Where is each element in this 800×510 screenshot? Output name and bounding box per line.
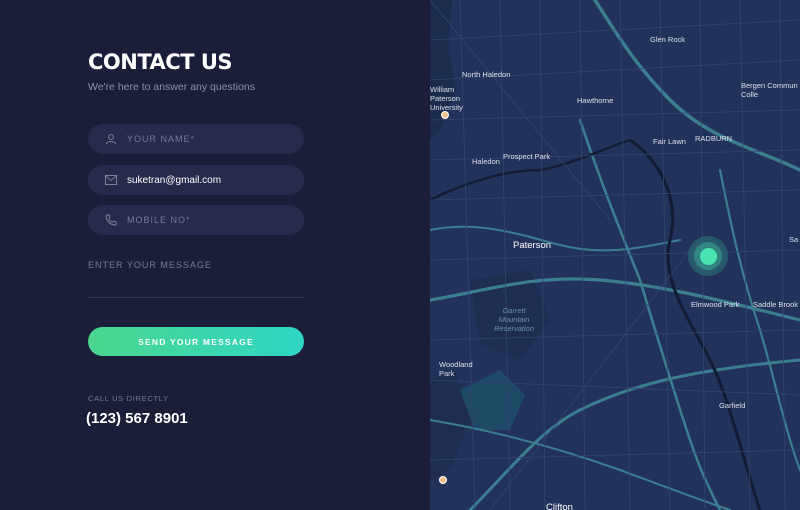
map-label-glen-rock: Glen Rock — [650, 35, 686, 44]
page-subtitle: We're here to answer any questions — [88, 81, 255, 93]
phone-number[interactable]: (123) 567 8901 — [86, 410, 188, 427]
send-message-button[interactable]: SEND YOUR MESSAGE — [88, 327, 304, 356]
message-underline — [88, 297, 304, 298]
map-label-garrett-mountain: Garrett Mountain Reservation — [494, 306, 535, 333]
phone-icon — [104, 213, 118, 227]
location-marker[interactable] — [688, 236, 728, 276]
map-label-william-paterson: William Paterson University — [430, 85, 463, 112]
map-label-clifton: Clifton — [546, 502, 573, 510]
contact-panel: CONTACT US We're here to answer any ques… — [0, 0, 430, 510]
map-label-woodland-park: Woodland Park — [439, 360, 473, 378]
map-label-paterson: Paterson — [513, 240, 552, 251]
map-label-saddle-brook: Saddle Brook — [753, 300, 799, 309]
map-label-elmwood-park: Elmwood Park — [691, 300, 740, 309]
map-view[interactable]: Glen Rock North Haledon William Paterson… — [430, 0, 800, 510]
email-value: suketran@gmail.com — [127, 174, 222, 186]
contact-page: CONTACT US We're here to answer any ques… — [0, 0, 800, 510]
map-label-prospect-park: Prospect Park — [503, 152, 551, 161]
map-label-garfield: Garfield — [719, 401, 746, 410]
name-field[interactable]: YOUR NAME* — [88, 124, 304, 154]
email-field[interactable]: suketran@gmail.com — [88, 165, 304, 195]
user-icon — [104, 132, 118, 146]
map-label-north-haledon: North Haledon — [462, 70, 511, 79]
mobile-field[interactable]: MOBILE NO* — [88, 205, 304, 235]
envelope-icon — [104, 173, 118, 187]
map-label-bergen: Bergen Commun Colle — [741, 81, 798, 99]
map-label-sa: Sa — [789, 235, 799, 244]
map-label-haledon: Haledon — [472, 157, 500, 166]
page-title: CONTACT US — [88, 50, 233, 74]
mobile-placeholder: MOBILE NO* — [127, 215, 191, 225]
map-label-hawthorne: Hawthorne — [577, 96, 614, 105]
map-label-fair-lawn: Fair Lawn — [653, 137, 686, 146]
name-placeholder: YOUR NAME* — [127, 134, 196, 144]
message-input[interactable]: ENTER YOUR MESSAGE — [88, 260, 212, 270]
call-label: CALL US DIRECTLY — [88, 394, 169, 403]
map-label-radburn: RADBURN — [695, 134, 733, 143]
